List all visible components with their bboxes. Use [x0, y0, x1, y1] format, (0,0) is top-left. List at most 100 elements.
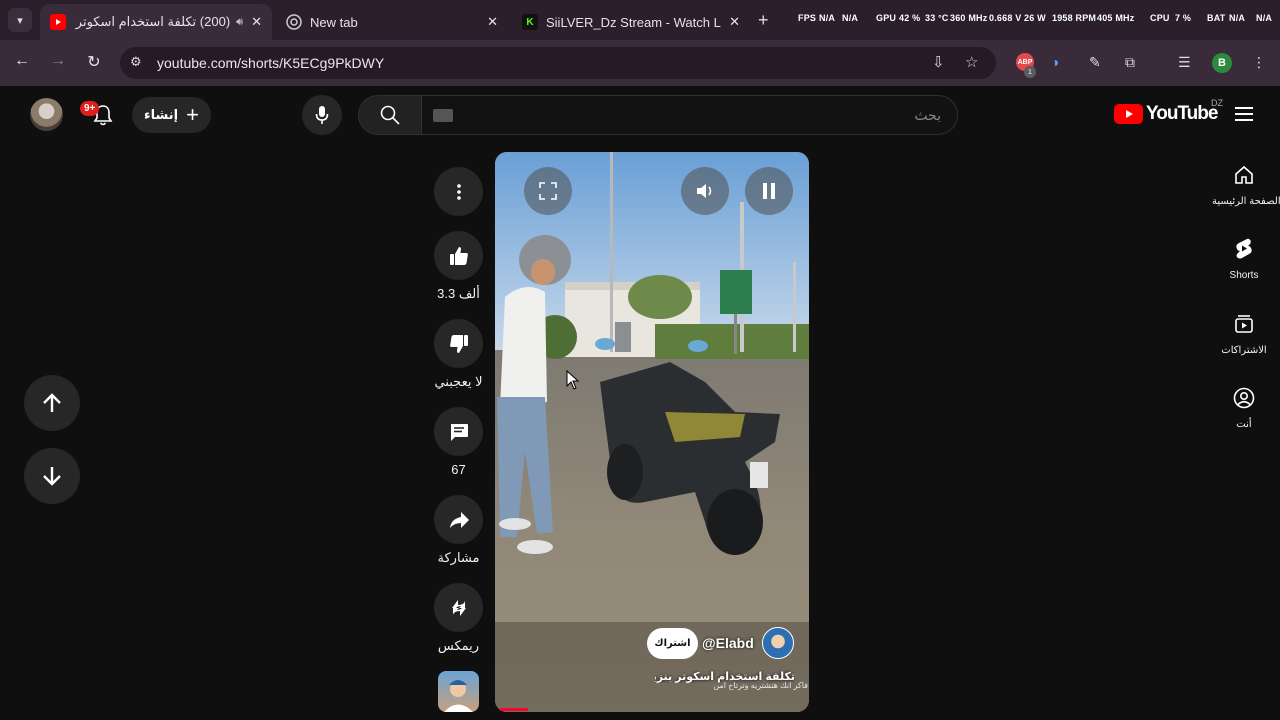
- extension-tool-icon[interactable]: ✎: [1089, 54, 1101, 71]
- tab-search-button[interactable]: ▾: [8, 8, 32, 32]
- rail-item-shorts[interactable]: Shorts: [1212, 237, 1276, 281]
- account-avatar[interactable]: [30, 98, 63, 131]
- rail-item-home[interactable]: الصفحة الرئيسية: [1212, 163, 1280, 207]
- arrow-up-icon: [43, 393, 61, 412]
- create-label: إنشاء: [144, 107, 179, 122]
- rail-label: Shorts: [1229, 270, 1259, 281]
- youtube-play-icon: [1114, 104, 1143, 124]
- comments-button[interactable]: [434, 407, 483, 456]
- channel-avatar[interactable]: [762, 627, 794, 659]
- bookmark-star-icon[interactable]: ☆: [965, 53, 978, 71]
- comment-icon: [450, 423, 468, 441]
- previous-short-button[interactable]: [24, 375, 80, 431]
- search-input[interactable]: بحث: [421, 95, 958, 135]
- back-arrow-icon[interactable]: ←: [11, 52, 33, 70]
- forward-arrow-icon[interactable]: →: [47, 52, 69, 70]
- notification-count-badge: 9+: [80, 101, 100, 116]
- hw-gpu-power: 26 W: [1024, 13, 1046, 23]
- new-tab-button[interactable]: +: [758, 10, 769, 31]
- more-vert-icon: [456, 183, 461, 200]
- country-code: DZ: [1211, 98, 1223, 108]
- browser-menu-icon[interactable]: ⋮: [1252, 54, 1266, 71]
- kick-icon: K: [522, 14, 538, 30]
- video-caption: فاكر انك هتشتريه وترتاح امن: [713, 681, 808, 690]
- install-app-icon[interactable]: ⇩: [932, 53, 945, 71]
- share-button[interactable]: [434, 495, 483, 544]
- create-button[interactable]: إنشاء +: [132, 97, 211, 133]
- keyboard-icon[interactable]: [433, 109, 453, 122]
- hw-fps-label: FPS: [798, 13, 817, 23]
- extension-translate-icon[interactable]: ◗: [1052, 54, 1060, 70]
- thumbs-down-icon: [449, 334, 468, 353]
- guide-menu-icon[interactable]: [1235, 107, 1253, 125]
- hw-gpu-temp: 33 °C: [925, 13, 949, 23]
- rail-item-subscriptions[interactable]: الاشتراكات: [1212, 312, 1276, 356]
- rail-label: أنت: [1236, 419, 1252, 430]
- tab-new-tab[interactable]: New tab ✕: [276, 4, 508, 40]
- like-action: 3.3 ألف: [434, 231, 483, 302]
- like-button[interactable]: [434, 231, 483, 280]
- hw-gpu-load: 42 %: [899, 13, 921, 23]
- video-progress-bar[interactable]: [500, 708, 528, 711]
- channel-name[interactable]: @Elabd: [702, 635, 754, 651]
- fullscreen-icon: [539, 182, 557, 200]
- share-icon: [449, 511, 469, 528]
- more-actions-button[interactable]: [434, 167, 483, 216]
- sound-thumbnail[interactable]: [438, 671, 479, 712]
- dislike-action: لا يعجبني: [434, 319, 483, 390]
- pause-icon: [763, 183, 775, 199]
- like-count: 3.3 ألف: [437, 286, 480, 301]
- remix-button[interactable]: [434, 583, 483, 632]
- close-tab-icon[interactable]: ✕: [251, 14, 262, 30]
- youtube-logo[interactable]: YouTube DZ: [1114, 98, 1223, 125]
- reload-icon[interactable]: ↻: [83, 52, 105, 72]
- extensions-puzzle-icon[interactable]: ⧉: [1125, 54, 1135, 71]
- hw-bat-value2: N/A: [1256, 13, 1273, 23]
- remix-label: ريمكس: [437, 638, 480, 653]
- extension-badge-count: 1: [1024, 66, 1036, 78]
- close-tab-icon[interactable]: ✕: [487, 14, 498, 30]
- hw-fps-value2: N/A: [842, 13, 859, 23]
- volume-icon: [697, 184, 712, 198]
- remix-icon: [451, 599, 466, 616]
- pause-button[interactable]: [745, 167, 793, 215]
- search-placeholder: بحث: [914, 107, 941, 123]
- share-label: مشاركة: [437, 550, 480, 565]
- chrome-icon: [286, 14, 302, 30]
- close-tab-icon[interactable]: ✕: [729, 14, 740, 30]
- profile-avatar[interactable]: B: [1212, 53, 1232, 73]
- rail-item-you[interactable]: أنت: [1212, 386, 1276, 430]
- mute-button[interactable]: [681, 167, 729, 215]
- fullscreen-button[interactable]: [524, 167, 572, 215]
- speaker-icon[interactable]: 🔊︎: [236, 16, 243, 29]
- you-icon: [1233, 387, 1255, 409]
- tab-youtube[interactable]: (200) تكلفة استخدام اسكوتر ب 🔊︎ ✕: [40, 4, 272, 40]
- subscribe-button[interactable]: اشتراك: [647, 628, 698, 659]
- logo-wordmark: YouTube: [1146, 103, 1218, 124]
- hw-cpu-load: 7 %: [1175, 13, 1192, 23]
- tab-title: SiiLVER_Dz Stream - Watch Live: [546, 14, 722, 30]
- remix-action: ريمكس: [434, 583, 483, 654]
- address-bar[interactable]: ⚙︎ youtube.com/shorts/K5ECg9PkDWY ⇩ ☆: [120, 47, 996, 79]
- microphone-icon: [315, 106, 329, 124]
- rail-label: الاشتراكات: [1221, 345, 1267, 356]
- subscriptions-icon: [1235, 315, 1253, 333]
- reading-list-icon[interactable]: ☰: [1178, 54, 1191, 71]
- rail-label: الصفحة الرئيسية: [1212, 196, 1280, 207]
- comments-action: 67: [434, 407, 483, 477]
- voice-search-button[interactable]: [302, 95, 342, 135]
- plus-icon: +: [186, 102, 199, 127]
- browser-toolbar: ← → ↻ ⚙︎ youtube.com/shorts/K5ECg9PkDWY …: [0, 40, 1280, 86]
- video-frame: [495, 152, 809, 712]
- hw-gpu-label: GPU: [876, 13, 897, 23]
- next-short-button[interactable]: [24, 448, 80, 504]
- shorts-video-player[interactable]: [495, 152, 809, 712]
- dislike-button[interactable]: [434, 319, 483, 368]
- home-icon: [1235, 165, 1253, 184]
- tab-kick-stream[interactable]: K SiiLVER_Dz Stream - Watch Live ✕: [512, 4, 750, 40]
- url-text[interactable]: youtube.com/shorts/K5ECg9PkDWY: [157, 55, 384, 71]
- site-info-icon[interactable]: ⚙︎: [130, 54, 142, 70]
- search-button[interactable]: [358, 95, 422, 135]
- arrow-down-icon: [43, 467, 61, 486]
- tab-title: New tab: [310, 14, 358, 30]
